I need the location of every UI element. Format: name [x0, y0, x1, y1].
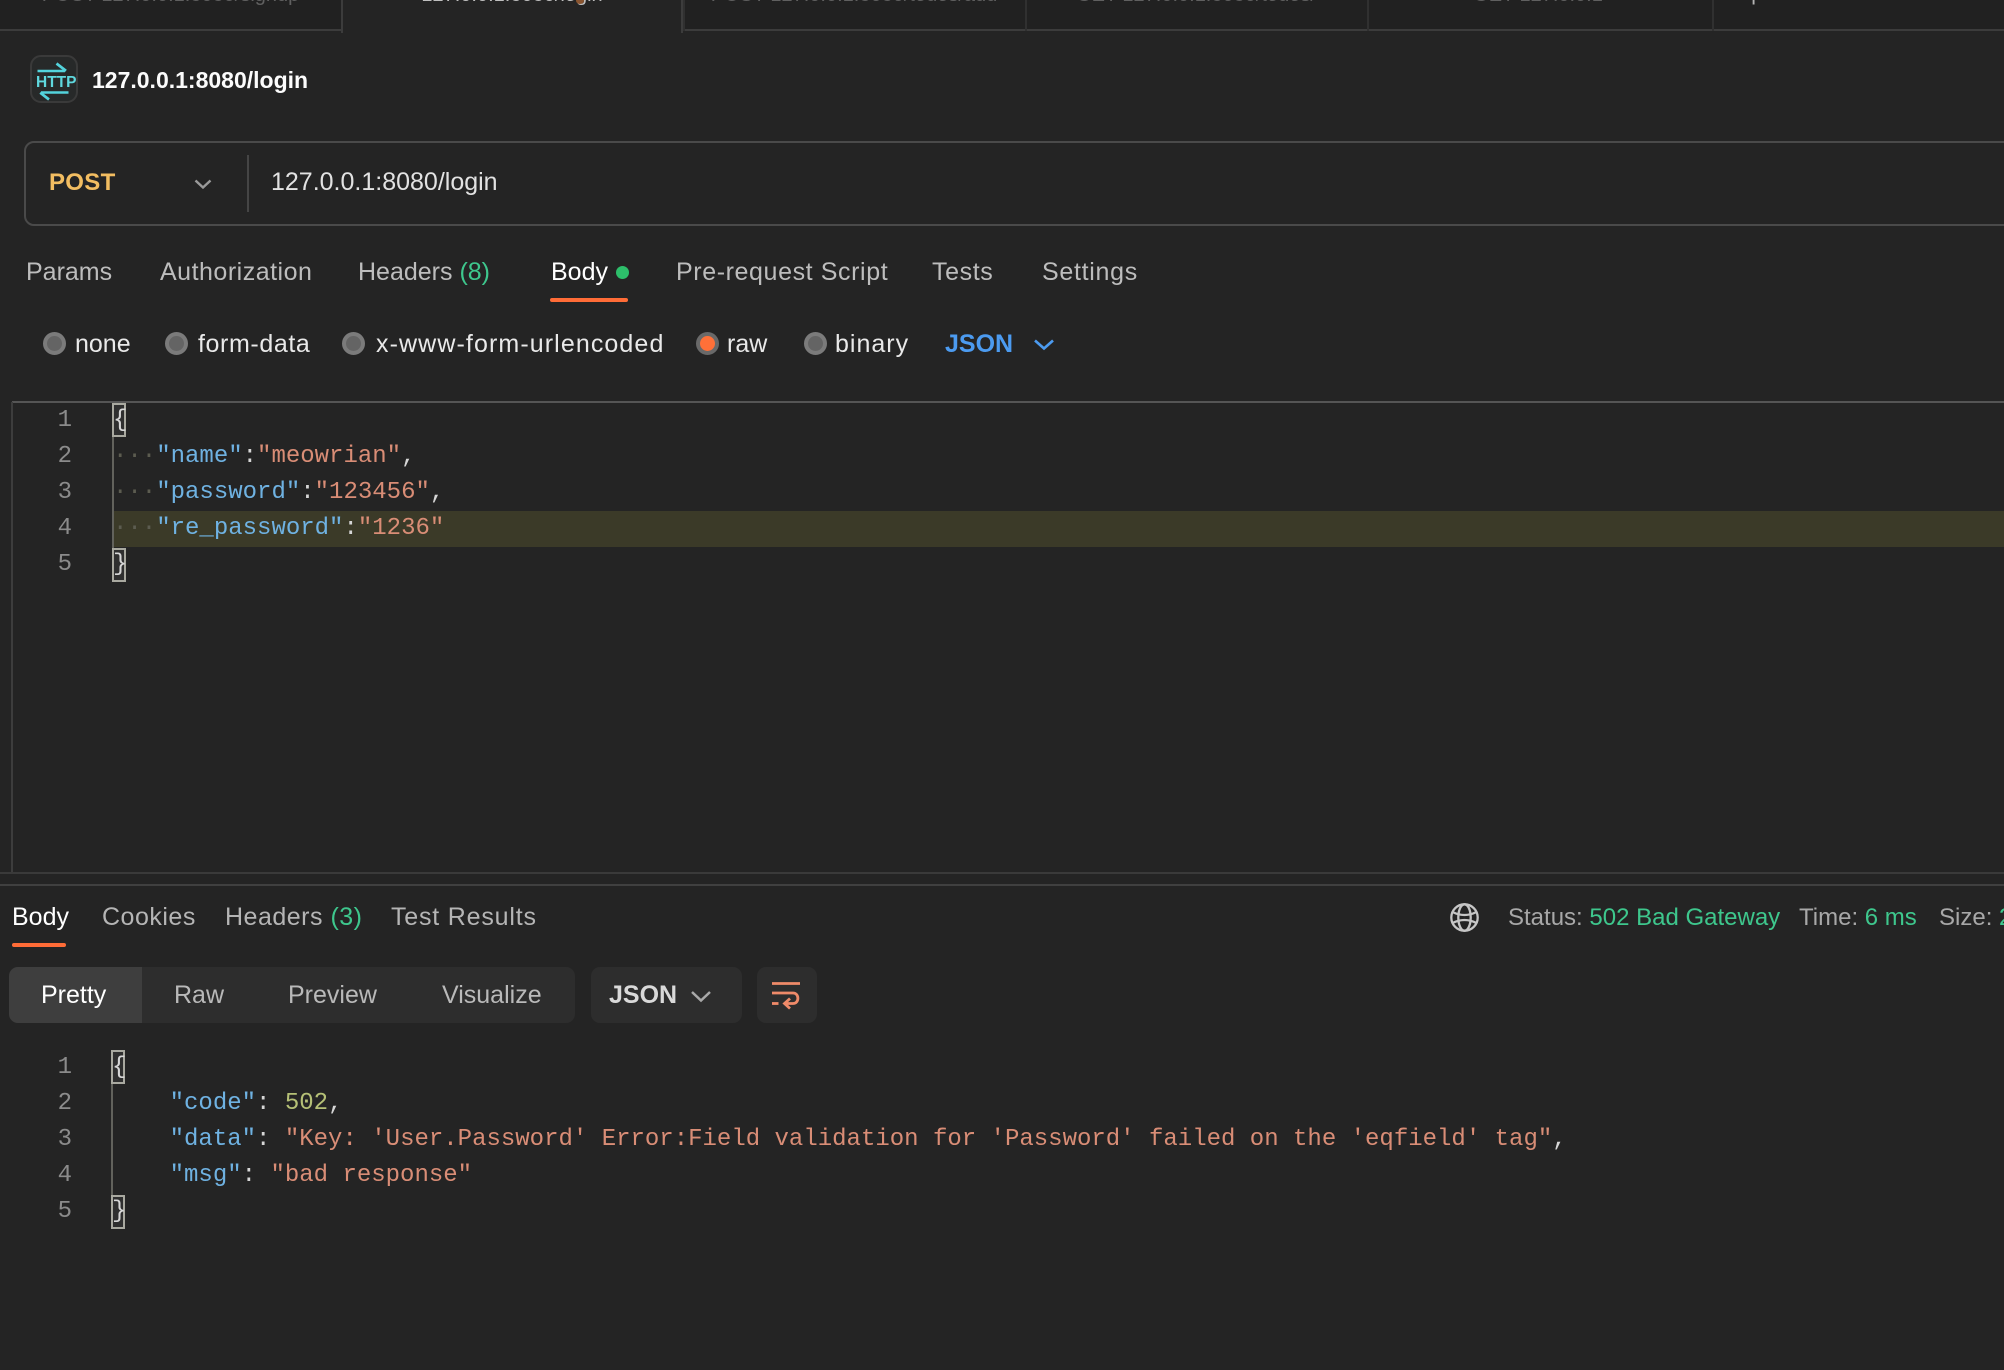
- svg-text:HTTP: HTTP: [36, 74, 76, 91]
